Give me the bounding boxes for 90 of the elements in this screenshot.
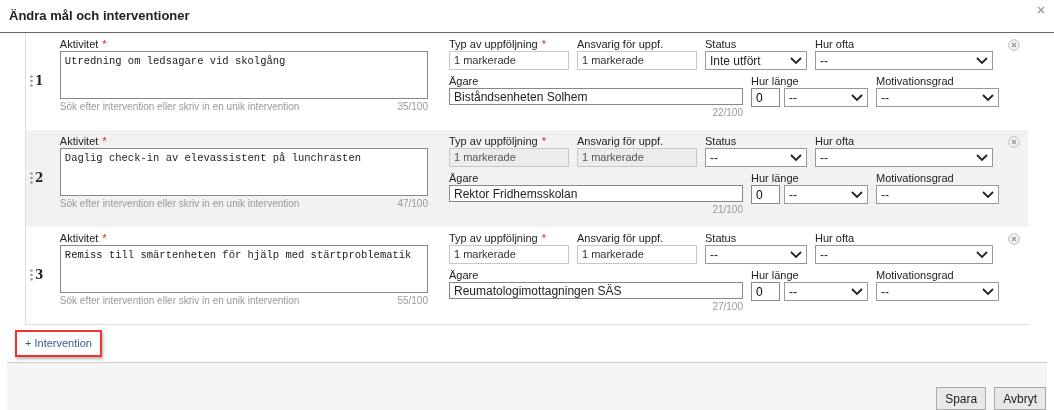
required-mark: * [102,36,107,52]
character-count: 27/100 [712,300,743,314]
field-label: Status [705,36,737,52]
dropdown[interactable]: Inte utfört [705,51,807,70]
hint-text: Sök efter intervention eller skriv in en unik intervention [59,197,300,211]
field-label: Hur ofta [815,230,855,246]
dropdown[interactable]: -- [784,88,868,107]
chevron-down-icon [790,153,802,162]
dropdown[interactable]: -- [784,282,868,301]
multiselect-field[interactable]: 1 markerade [449,245,569,264]
activity-textarea[interactable]: Remiss till smärtenheten för hjälp med stärtproblematik [59,245,428,293]
field-label: Hur länge [751,170,799,186]
close-icon[interactable] [1008,136,1020,148]
field-label: Hur länge [751,73,799,89]
dropdown[interactable]: -- [705,148,807,167]
field-label: Motivationsgrad [876,170,954,186]
chevron-down-icon [790,250,802,259]
chevron-down-icon [982,93,994,102]
multiselect-field[interactable]: 1 markerade [577,245,697,264]
field-label: Status [705,133,737,149]
chevron-down-icon [976,250,988,259]
duration-field[interactable]: 0 [751,185,780,204]
character-count: 21/100 [712,203,743,217]
duration-field[interactable]: 0 [751,282,780,301]
drag-handle-icon[interactable] [30,74,33,87]
dropdown[interactable]: -- [876,282,999,301]
dropdown[interactable]: -- [876,88,999,107]
field-label: Motivationsgrad [876,73,954,89]
hint-text: Sök efter intervention eller skriv in en unik intervention [59,294,300,308]
required-mark: * [541,133,546,149]
required-mark: * [541,230,546,246]
character-count: 35/100 [397,100,428,114]
chevron-down-icon [982,190,994,199]
hint-text: Sök efter intervention eller skriv in en unik intervention [59,100,300,114]
multiselect-field[interactable]: 1 markerade [449,51,569,70]
field-label: Hur ofta [815,133,855,149]
chevron-down-icon [851,287,863,296]
row-number: 3 [35,266,44,284]
owner-field[interactable]: Rektor Fridhemsskolan [449,185,743,202]
duration-field[interactable]: 0 [751,88,780,107]
chevron-down-icon [851,190,863,199]
field-label: Ansvarig för uppf. [577,133,664,149]
field-label: Aktivitet [59,230,99,246]
required-mark: * [541,36,546,52]
dropdown[interactable]: -- [815,51,993,70]
dropdown[interactable]: -- [784,185,868,204]
row-number: 1 [35,72,44,90]
chevron-down-icon [982,287,994,296]
multiselect-field[interactable]: 1 markerade [577,51,697,70]
footer-button[interactable]: Avbryt [994,387,1046,410]
drag-handle-icon[interactable] [30,268,33,281]
dropdown[interactable]: -- [876,185,999,204]
drag-handle-icon[interactable] [30,171,33,184]
dropdown[interactable]: -- [815,148,993,167]
row-number: 2 [35,169,44,187]
field-label: Hur länge [751,267,799,283]
owner-field[interactable]: Biståndsenheten Solhem [449,88,743,105]
character-count: 47/100 [397,197,428,211]
required-mark: * [102,230,107,246]
field-label: Ansvarig för uppf. [577,36,664,52]
field-label: Ansvarig för uppf. [577,230,664,246]
activity-textarea[interactable]: Daglig check-in av elevassistent på lunchrasten [59,148,428,196]
character-count: 22/100 [712,106,743,120]
owner-field[interactable]: Reumatologimottagningen SÄS [449,282,743,299]
field-label: Status [705,230,737,246]
field-label: Aktivitet [59,133,99,149]
field-label: Hur ofta [815,36,855,52]
close-icon[interactable] [1008,39,1020,51]
field-label: Ägare [449,73,479,89]
activity-textarea[interactable]: Utredning om ledsagare vid skolgång [59,51,428,99]
dropdown[interactable]: -- [815,245,993,264]
chevron-down-icon [976,153,988,162]
dropdown[interactable]: -- [705,245,807,264]
chevron-down-icon [976,56,988,65]
close-icon[interactable] [1008,233,1020,245]
field-label: Ägare [449,170,479,186]
add-intervention-button[interactable]: + Intervention [15,330,102,357]
chevron-down-icon [851,93,863,102]
close-icon[interactable] [1037,6,1045,14]
field-label: Motivationsgrad [876,267,954,283]
field-label: Ägare [449,267,479,283]
field-label: Typ av uppföljning [449,36,538,52]
character-count: 55/100 [397,294,428,308]
chevron-down-icon [790,56,802,65]
dialog-title: Ändra mål och interventioner [9,7,190,26]
required-mark: * [102,133,107,149]
footer-button[interactable]: Spara [936,387,987,410]
field-label: Typ av uppföljning [449,230,538,246]
field-label: Typ av uppföljning [449,133,538,149]
field-label: Aktivitet [59,36,99,52]
